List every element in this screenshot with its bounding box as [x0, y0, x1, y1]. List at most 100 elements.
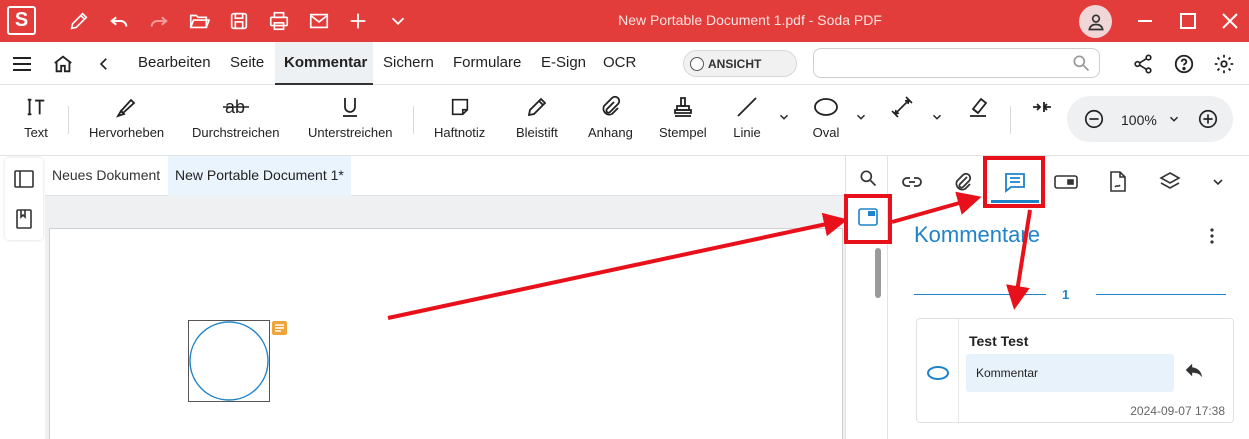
attachment-panel-icon[interactable]	[949, 168, 977, 196]
line-tool-label: Linie	[733, 125, 761, 140]
zoom-out-icon[interactable]	[1083, 108, 1105, 133]
help-icon[interactable]	[1172, 52, 1196, 76]
measure-tool[interactable]	[888, 94, 916, 120]
settings-icon[interactable]	[1212, 52, 1236, 76]
collapse-arrows-icon	[1028, 94, 1056, 120]
comments-list-icon[interactable]	[1001, 168, 1029, 196]
comment-marker-icon[interactable]	[272, 321, 287, 335]
back-chevron-icon[interactable]	[92, 52, 116, 76]
share-icon[interactable]	[1131, 52, 1155, 76]
zoom-control: 100%	[1067, 96, 1233, 142]
left-side-rail	[5, 158, 43, 240]
tab-seite[interactable]: Seite	[230, 54, 264, 71]
pencil-icon	[523, 94, 551, 120]
tab-new-portable-document[interactable]: New Portable Document 1*	[168, 156, 351, 196]
redo-icon	[146, 8, 172, 34]
line-tool[interactable]: Linie	[733, 94, 761, 140]
eraser-tool[interactable]	[964, 94, 992, 120]
sticky-note-tool-label: Haftnotiz	[434, 125, 486, 140]
search-field[interactable]	[813, 48, 1100, 78]
form-field-icon[interactable]	[1052, 168, 1080, 196]
tab-formulare[interactable]: Formulare	[453, 54, 521, 71]
underline-icon	[336, 94, 364, 120]
save-icon[interactable]	[226, 8, 252, 34]
pen-icon[interactable]	[66, 8, 92, 34]
comments-panel: Kommentare 1 Test Test Kommentar 2024-09…	[887, 156, 1249, 439]
oval-tool[interactable]: Oval	[812, 94, 840, 140]
plus-icon[interactable]	[345, 8, 371, 34]
link-icon[interactable]	[898, 168, 926, 196]
view-mode-toggle[interactable]: ANSICHT	[683, 50, 797, 77]
search-input[interactable]	[822, 50, 1072, 76]
bookmark-icon[interactable]	[13, 208, 35, 230]
text-tool-label: Text	[24, 125, 48, 140]
home-icon[interactable]	[51, 52, 75, 76]
collapse-tool[interactable]	[1028, 94, 1056, 120]
oval-annotation[interactable]	[188, 320, 270, 402]
zoom-in-icon[interactable]	[1197, 108, 1219, 133]
user-avatar[interactable]	[1079, 5, 1112, 38]
stamp-tool[interactable]: Stempel	[659, 94, 707, 140]
comment-text[interactable]: Kommentar	[966, 354, 1174, 392]
eraser-icon	[964, 94, 992, 120]
toggle-knob	[690, 56, 704, 71]
vertical-scrollbar[interactable]	[875, 248, 881, 298]
maximize-icon[interactable]	[1176, 9, 1200, 33]
sticky-note-tool[interactable]: Haftnotiz	[434, 94, 485, 140]
tab-ocr[interactable]: OCR	[603, 54, 636, 71]
tab-kommentar[interactable]: Kommentar	[284, 54, 367, 71]
chevron-down-icon[interactable]	[385, 8, 411, 34]
zoom-value[interactable]: 100%	[1121, 112, 1157, 128]
minimize-icon[interactable]	[1133, 9, 1157, 33]
zoom-chevron-down-icon[interactable]	[1167, 112, 1181, 129]
highlight-tool[interactable]: Hervorheben	[89, 94, 164, 140]
comment-card[interactable]: Test Test Kommentar 2024-09-07 17:38	[916, 318, 1234, 424]
tab-bearbeiten[interactable]: Bearbeiten	[138, 54, 211, 71]
oval-options-chevron-icon[interactable]	[854, 110, 868, 127]
page-divider-line	[914, 294, 1046, 295]
app-logo[interactable]: S	[7, 6, 36, 35]
reply-icon[interactable]	[1183, 359, 1205, 381]
hamburger-menu-icon[interactable]	[10, 52, 34, 76]
tab-neues-dokument[interactable]: Neues Dokument	[45, 156, 167, 196]
panel-toggle-icon[interactable]	[13, 168, 35, 190]
panel-title: Kommentare	[914, 222, 1040, 247]
pdf-page[interactable]	[49, 228, 843, 439]
view-toggle-label: ANSICHT	[708, 56, 762, 71]
close-icon[interactable]	[1218, 9, 1242, 33]
document-title: New Portable Document 1.pdf - Soda PDF	[618, 12, 882, 28]
oval-annotation-icon	[926, 365, 950, 384]
comment-author: Test Test	[969, 333, 1029, 349]
print-icon[interactable]	[266, 8, 292, 34]
line-options-chevron-icon[interactable]	[777, 110, 791, 127]
chevron-down-icon[interactable]	[1204, 168, 1232, 196]
underline-tool-label: Unterstreichen	[308, 125, 393, 140]
underline-tool[interactable]: Unterstreichen	[308, 94, 393, 140]
signature-document-icon[interactable]	[1104, 168, 1132, 196]
toolbar-divider	[413, 106, 414, 134]
highlight-tool-label: Hervorheben	[89, 125, 165, 140]
mail-icon[interactable]	[306, 8, 332, 34]
document-tab-bar: Neues Dokument New Portable Document 1*	[45, 156, 845, 196]
search-icon[interactable]	[858, 168, 878, 191]
stamp-icon	[669, 94, 697, 120]
stamp-tool-label: Stempel	[659, 125, 707, 140]
attachment-tool-label: Anhang	[588, 125, 633, 140]
search-icon[interactable]	[1071, 53, 1091, 76]
title-bar: S New Portable Document 1.pdf - Soda PDF	[0, 0, 1249, 42]
strikethrough-tool[interactable]: ab Durchstreichen	[192, 94, 279, 140]
undo-icon[interactable]	[106, 8, 132, 34]
layers-icon[interactable]	[1156, 168, 1184, 196]
attachment-tool[interactable]: Anhang	[588, 94, 633, 140]
text-tool[interactable]: Text	[22, 94, 50, 140]
open-folder-icon[interactable]	[186, 8, 212, 34]
measure-options-chevron-icon[interactable]	[930, 110, 944, 127]
tab-sichern[interactable]: Sichern	[383, 54, 434, 71]
tab-e-sign[interactable]: E-Sign	[541, 54, 586, 71]
highlighter-icon	[113, 94, 141, 120]
oval-tool-label: Oval	[812, 125, 840, 140]
panel-view-icon[interactable]	[858, 208, 878, 229]
pencil-tool[interactable]: Bleistift	[516, 94, 558, 140]
more-options-icon[interactable]	[1202, 226, 1222, 246]
oval-icon	[812, 94, 840, 120]
